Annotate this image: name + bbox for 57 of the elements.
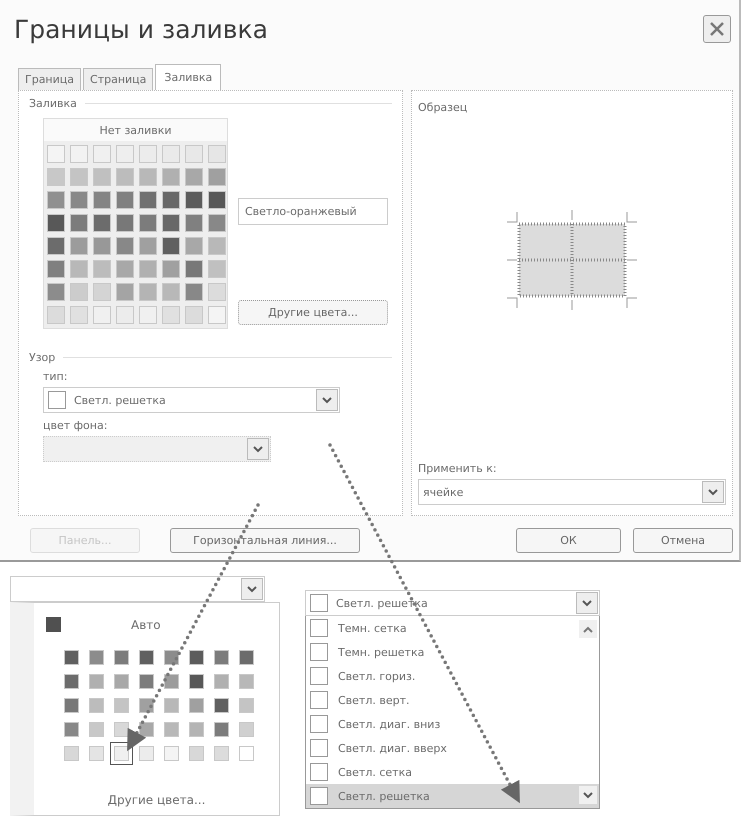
pattern-list-item[interactable]: Светл. диаг. вниз [306, 712, 599, 736]
pattern-swatch-icon [310, 739, 328, 757]
close-button[interactable] [703, 15, 731, 43]
dropdown-button[interactable] [241, 578, 263, 600]
field-label: Применить к: [418, 462, 498, 475]
chevron-down-icon [247, 586, 257, 592]
pattern-swatch-icon [310, 715, 328, 733]
more-colors-option[interactable]: Другие цвета... [108, 793, 206, 807]
scroll-up-button[interactable] [579, 620, 597, 638]
chevron-down-icon [253, 446, 263, 452]
pattern-swatch-icon [310, 691, 328, 709]
pattern-swatch-icon [310, 787, 328, 805]
pattern-swatch-icon [310, 667, 328, 685]
group-label: Образец [418, 101, 468, 114]
dialog-button[interactable]: Горизонтальная линия... [170, 528, 360, 553]
pattern-list-item[interactable]: Светл. диаг. вверх [306, 736, 599, 760]
pattern-list-item[interactable]: Светл. решетка [306, 784, 599, 808]
close-icon [710, 22, 724, 36]
chevron-down-icon [583, 792, 593, 798]
dropdown-button[interactable] [702, 481, 724, 503]
tab[interactable]: Заливка [155, 64, 222, 90]
color-swatch[interactable] [110, 742, 133, 765]
pattern-list-item[interactable]: Светл. сетка [306, 760, 599, 784]
pattern-swatch-icon [310, 619, 328, 637]
group-label: Узор [29, 351, 56, 364]
pattern-list-item[interactable]: Темн. сетка [306, 616, 599, 640]
no-fill-option[interactable]: Нет заливки [44, 119, 227, 141]
color-name: Светло-оранжевый [238, 198, 388, 225]
tab[interactable]: Граница [18, 68, 82, 90]
window-title: Границы и заливка [14, 14, 268, 44]
pattern-swatch-icon [310, 594, 328, 612]
dialog-button[interactable]: Отмена [633, 528, 733, 553]
pattern-swatch-icon [48, 391, 66, 409]
chevron-down-icon [708, 488, 718, 496]
pattern-list-item[interactable]: Темн. решетка [306, 640, 599, 664]
dropdown-button[interactable] [316, 389, 338, 411]
apply-to-dropdown[interactable]: ячейке [418, 479, 726, 505]
pattern-list-item[interactable]: Светл. гориз. [306, 664, 599, 688]
auto-color-swatch[interactable] [46, 617, 61, 632]
dialog-button[interactable]: ОК [516, 528, 621, 553]
tab[interactable]: Страница [83, 68, 154, 90]
color-dropdown[interactable] [10, 576, 265, 602]
group-label: Заливка [29, 97, 77, 110]
pattern-type-dropdown[interactable]: Светл. решетка [43, 387, 340, 413]
pattern-dropdown[interactable]: Светл. решетка [305, 590, 600, 616]
more-colors-button[interactable]: Другие цвета... [238, 300, 388, 325]
pattern-swatch-icon [310, 763, 328, 781]
chevron-up-icon [583, 626, 593, 632]
field-label: тип: [43, 370, 68, 383]
field-label: цвет фона: [43, 419, 108, 432]
pattern-swatch-icon [310, 643, 328, 661]
auto-color-option[interactable]: Авто [131, 618, 161, 632]
chevron-down-icon [322, 396, 332, 404]
dropdown-button[interactable] [576, 592, 598, 614]
chevron-down-icon [582, 600, 592, 606]
scroll-down-button[interactable] [579, 786, 597, 804]
pattern-list-item[interactable]: Светл. верт. [306, 688, 599, 712]
